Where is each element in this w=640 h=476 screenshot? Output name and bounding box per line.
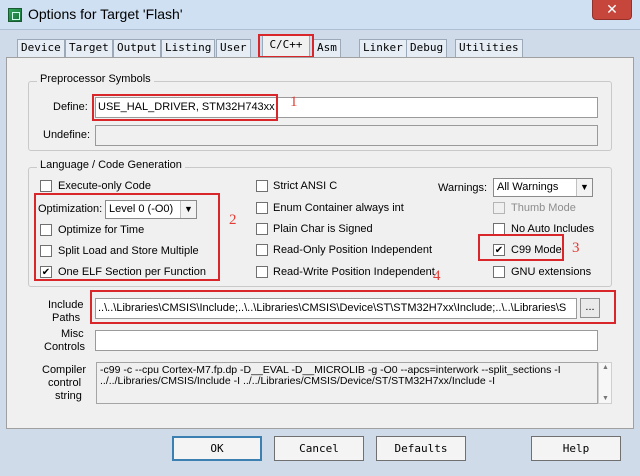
highlight-tab-box [258, 34, 314, 58]
warnings-label: Warnings: [438, 182, 488, 194]
cancel-button[interactable]: Cancel [274, 436, 364, 461]
help-button[interactable]: Help [531, 436, 621, 461]
highlight-define-box [92, 94, 278, 121]
strict-ansi-checkbox[interactable] [256, 180, 268, 192]
tab-output[interactable]: Output [113, 39, 161, 57]
highlight-c99-box [478, 234, 564, 261]
misc-label-line1: Misc [61, 328, 84, 340]
warnings-select[interactable]: All Warnings ▼ [493, 178, 593, 197]
tab-target[interactable]: Target [65, 39, 113, 57]
compiler-scrollbar[interactable]: ▲ ▼ [598, 362, 612, 404]
tab-user[interactable]: User [216, 39, 251, 57]
tab-strip: Device Target Output Listing User C/C++ … [0, 30, 640, 60]
highlight-optimization-box [34, 193, 220, 281]
tab-linker[interactable]: Linker [359, 39, 407, 57]
highlight-include-box [90, 290, 616, 324]
tab-debug[interactable]: Debug [406, 39, 448, 57]
enum-container-label: Enum Container always int [273, 202, 404, 214]
language-group-label: Language / Code Generation [37, 159, 185, 171]
ro-pos-indep-label: Read-Only Position Independent [273, 244, 432, 256]
execute-only-label: Execute-only Code [58, 180, 151, 192]
include-label-line2: Paths [52, 312, 81, 324]
compiler-control-string: -c99 -c --cpu Cortex-M7.fp.dp -D__EVAL -… [96, 362, 598, 404]
chevron-down-icon: ▼ [576, 179, 592, 196]
title-bar: Options for Target 'Flash' ✕ [0, 0, 640, 30]
annotation-4: 4 [433, 268, 441, 284]
annotation-2: 2 [229, 212, 237, 228]
enum-container-checkbox[interactable] [256, 202, 268, 214]
misc-label-line2: Controls [44, 341, 85, 353]
app-icon [8, 8, 22, 22]
compiler-label-line2: control [48, 377, 82, 389]
undefine-field[interactable] [95, 125, 598, 146]
gnu-extensions-checkbox[interactable] [493, 266, 505, 278]
gnu-extensions-label: GNU extensions [511, 266, 592, 278]
strict-ansi-label: Strict ANSI C [273, 180, 338, 192]
annotation-3: 3 [572, 240, 580, 256]
ok-button[interactable]: OK [172, 436, 262, 461]
misc-controls-field[interactable] [95, 330, 598, 351]
compiler-label-line3: string [55, 390, 82, 402]
preprocessor-group-label: Preprocessor Symbols [37, 73, 154, 85]
compiler-label-line1: Compiler [42, 364, 87, 376]
close-button[interactable]: ✕ [592, 0, 632, 20]
execute-only-checkbox[interactable] [40, 180, 52, 192]
scroll-down-icon[interactable]: ▼ [602, 395, 609, 402]
include-label-line1: Include [48, 299, 84, 311]
plain-char-signed-checkbox[interactable] [256, 223, 268, 235]
tab-utilities[interactable]: Utilities [455, 39, 523, 57]
undefine-label: Undefine: [43, 129, 91, 141]
warnings-value: All Warnings [497, 181, 559, 193]
rw-pos-indep-label: Read-Write Position Independent [273, 266, 435, 278]
plain-char-signed-label: Plain Char is Signed [273, 223, 373, 235]
tab-asm[interactable]: Asm [313, 39, 341, 57]
thumb-mode-label: Thumb Mode [511, 202, 576, 214]
define-label: Define: [53, 101, 88, 113]
compiler-string-line2: ../../Libraries/CMSIS/Include -I ../../L… [100, 375, 496, 387]
scroll-up-icon[interactable]: ▲ [602, 364, 609, 371]
ro-pos-indep-checkbox[interactable] [256, 244, 268, 256]
tab-device[interactable]: Device [17, 39, 65, 57]
annotation-1: 1 [290, 94, 298, 110]
rw-pos-indep-checkbox[interactable] [256, 266, 268, 278]
defaults-button[interactable]: Defaults [376, 436, 466, 461]
tab-listing[interactable]: Listing [161, 39, 216, 57]
window-title: Options for Target 'Flash' [28, 6, 183, 22]
thumb-mode-checkbox[interactable] [493, 202, 505, 214]
